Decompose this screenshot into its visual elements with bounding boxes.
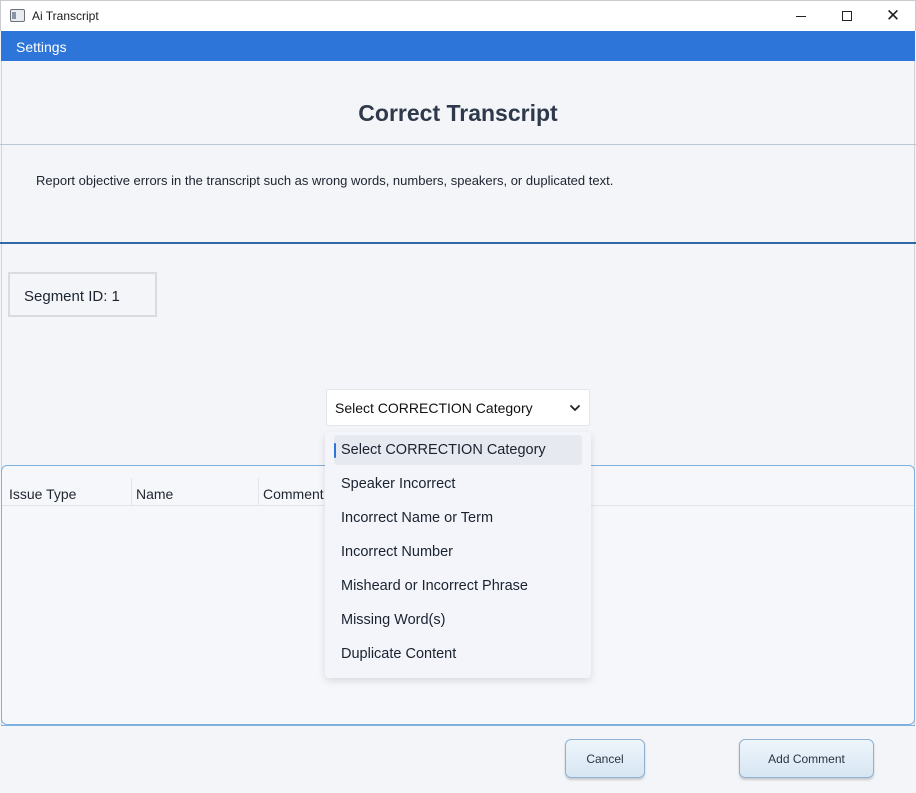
maximize-icon	[842, 11, 852, 21]
divider	[0, 242, 916, 244]
select-value: Select CORRECTION Category	[335, 400, 533, 416]
column-separator[interactable]	[258, 478, 259, 505]
close-button[interactable]: ✕	[870, 1, 916, 31]
divider	[0, 144, 916, 145]
menu-bar: Settings	[1, 31, 915, 61]
dropdown-option[interactable]: Duplicate Content	[334, 639, 582, 669]
menu-item-settings[interactable]: Settings	[16, 39, 67, 55]
segment-id-label: Segment ID: 1	[24, 288, 120, 305]
column-header-comment[interactable]: Comment	[263, 486, 324, 502]
window-titlebar: Ai Transcript ✕	[0, 0, 916, 31]
page-title: Correct Transcript	[358, 100, 558, 126]
correction-category-select[interactable]: Select CORRECTION Category	[326, 389, 590, 426]
column-header-issue-type[interactable]: Issue Type	[9, 486, 76, 502]
column-header-name[interactable]: Name	[136, 486, 173, 502]
chevron-down-icon	[570, 405, 580, 411]
dropdown-option[interactable]: Missing Word(s)	[334, 605, 582, 635]
segment-id-box: Segment ID: 1	[8, 272, 157, 317]
instructions-text: Report objective errors in the transcrip…	[36, 173, 614, 188]
dropdown-option[interactable]: Incorrect Number	[334, 537, 582, 567]
category-dropdown-list: Select CORRECTION Category Speaker Incor…	[325, 432, 591, 678]
add-comment-button[interactable]: Add Comment	[739, 739, 874, 778]
minimize-button[interactable]	[778, 1, 824, 31]
minimize-icon	[796, 15, 806, 17]
window-title: Ai Transcript	[32, 9, 99, 23]
close-icon: ✕	[885, 5, 901, 26]
cancel-button[interactable]: Cancel	[565, 739, 645, 778]
maximize-button[interactable]	[824, 1, 870, 31]
dropdown-option[interactable]: Incorrect Name or Term	[334, 503, 582, 533]
app-icon	[10, 9, 25, 22]
dropdown-option[interactable]: Misheard or Incorrect Phrase	[334, 571, 582, 601]
column-separator[interactable]	[131, 478, 132, 505]
dropdown-option[interactable]: Select CORRECTION Category	[334, 435, 582, 465]
dropdown-option[interactable]: Speaker Incorrect	[334, 469, 582, 499]
